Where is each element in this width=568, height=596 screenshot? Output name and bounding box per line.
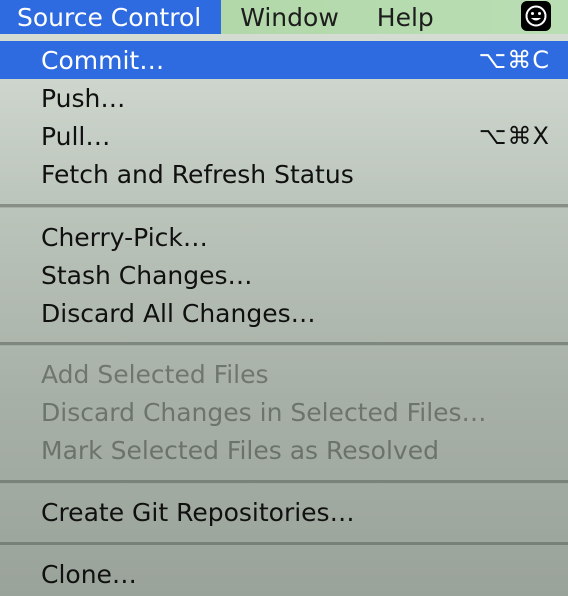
source-control-menu: Commit… ⌥⌘C Push… Pull… ⌥⌘X Fetch and Re… [0, 34, 568, 596]
menu-item-label: Cherry-Pick… [41, 222, 208, 252]
menu-item-pull[interactable]: Pull… ⌥⌘X [0, 117, 568, 155]
menu-item-label: Push… [41, 83, 126, 113]
menu-item-mark-resolved: Mark Selected Files as Resolved [0, 431, 568, 469]
menu-separator [0, 542, 568, 546]
menu-item-label: Fetch and Refresh Status [41, 159, 354, 189]
menu-item-label: Add Selected Files [41, 359, 269, 389]
menu-item-push[interactable]: Push… [0, 79, 568, 117]
menu-item-label: Create Git Repositories… [41, 497, 355, 527]
menu-item-clone[interactable]: Clone… [0, 555, 568, 593]
menu-item-discard-selected-changes: Discard Changes in Selected Files… [0, 393, 568, 431]
menu-item-fetch-refresh[interactable]: Fetch and Refresh Status [0, 155, 568, 193]
menu-item-shortcut: ⌥⌘C [478, 46, 550, 74]
menubar-window[interactable]: Window [221, 0, 358, 34]
menu-item-label: Pull… [41, 121, 111, 151]
menubar-source-control[interactable]: Source Control [0, 0, 222, 34]
menu-item-label: Mark Selected Files as Resolved [41, 435, 439, 465]
menu-item-stash-changes[interactable]: Stash Changes… [0, 256, 568, 294]
menu-item-cherry-pick[interactable]: Cherry-Pick… [0, 218, 568, 256]
menu-item-label: Discard All Changes… [41, 298, 316, 328]
menu-item-create-git-repositories[interactable]: Create Git Repositories… [0, 493, 568, 531]
menu-item-commit[interactable]: Commit… ⌥⌘C [0, 41, 568, 79]
menu-item-shortcut: ⌥⌘X [478, 122, 550, 150]
menu-separator [0, 204, 568, 208]
menu-item-label: Commit… [41, 45, 165, 75]
menu-separator [0, 342, 568, 346]
menubar-help[interactable]: Help [358, 0, 453, 34]
menu-item-label: Discard Changes in Selected Files… [41, 397, 487, 427]
menu-separator [0, 480, 568, 484]
menu-item-label: Clone… [41, 559, 137, 589]
emoji-smile-icon[interactable] [521, 1, 551, 31]
menu-bar: Source Control Window Help [0, 0, 568, 34]
menu-item-add-selected-files: Add Selected Files [0, 355, 568, 393]
menu-item-label: Stash Changes… [41, 260, 253, 290]
menu-item-discard-all-changes[interactable]: Discard All Changes… [0, 294, 568, 332]
